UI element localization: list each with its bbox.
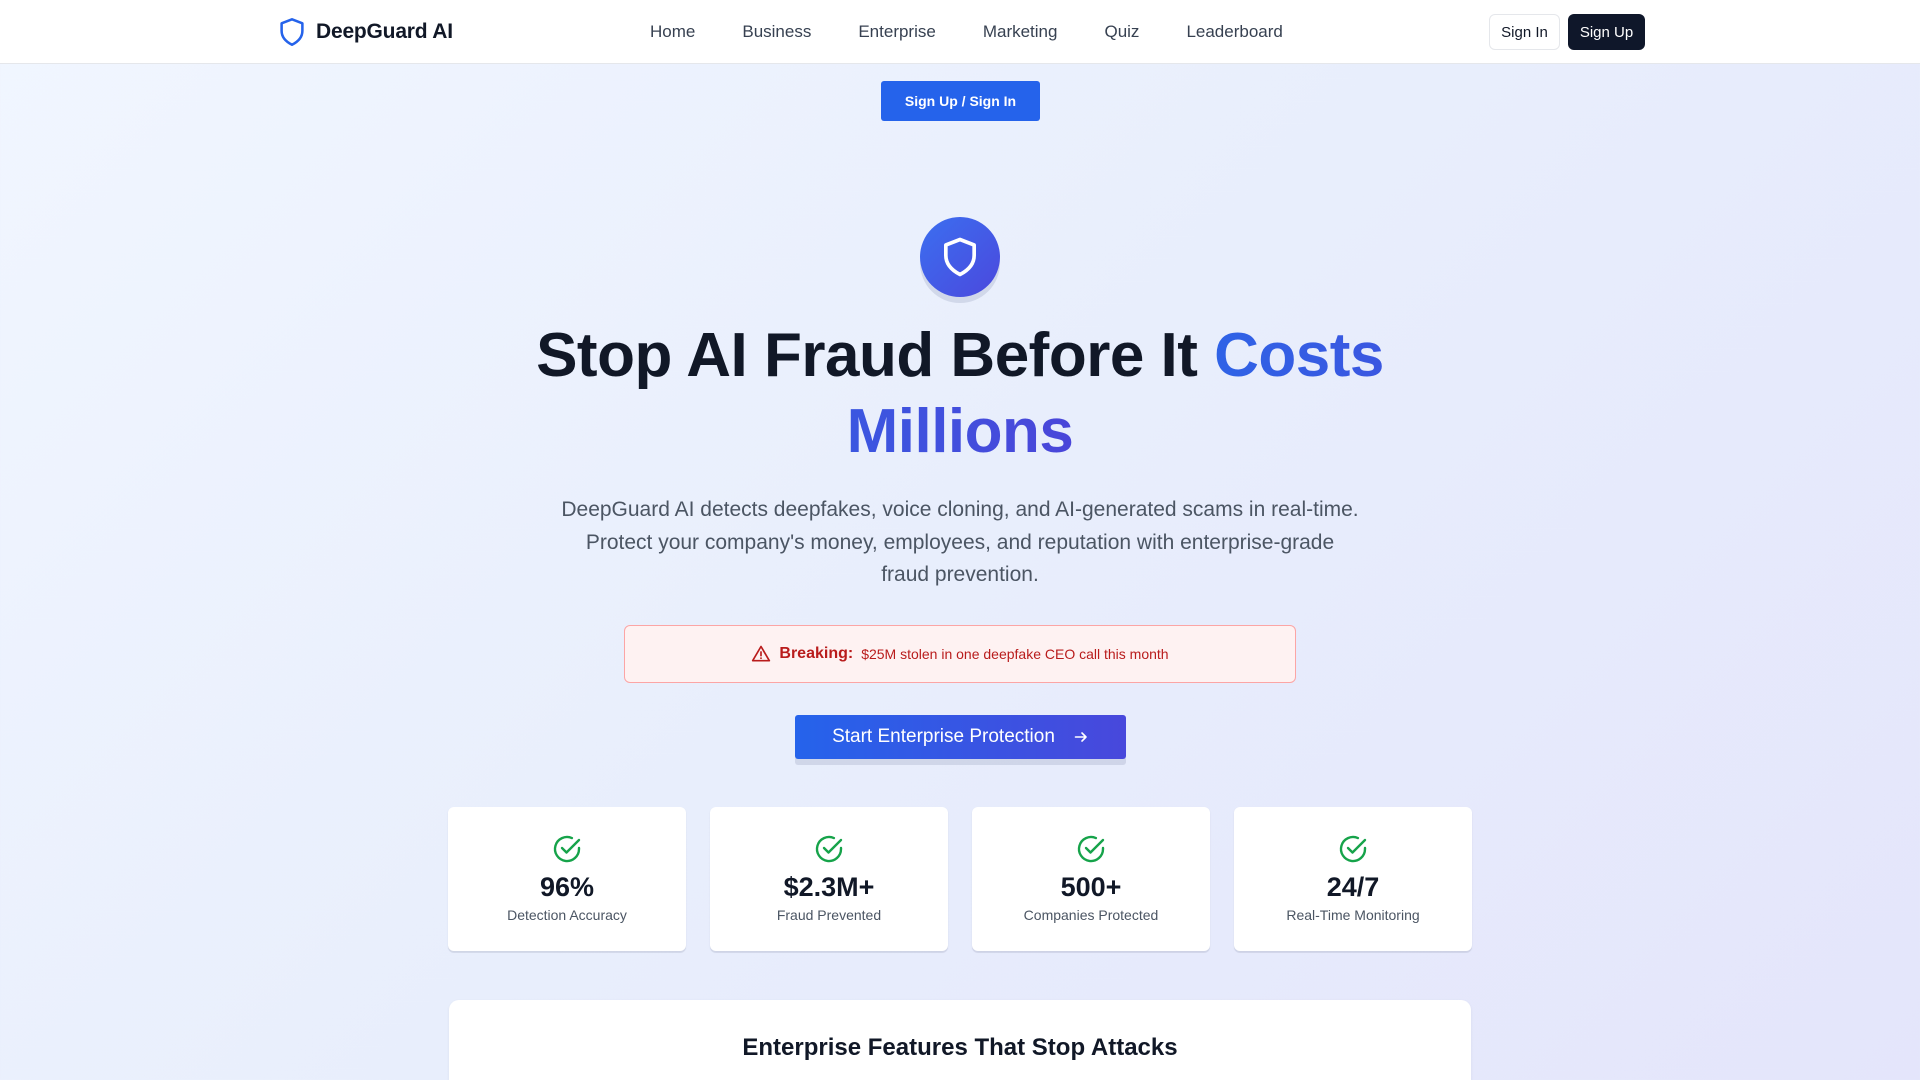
stats-row: 96% Detection Accuracy $2.3M+ Fraud Prev… (448, 807, 1472, 951)
check-circle-icon (815, 835, 843, 863)
arrow-right-icon (1074, 732, 1087, 742)
check-circle-icon (553, 835, 581, 863)
main-nav: Home Business Enterprise Marketing Quiz … (650, 0, 1283, 64)
stat-label: Real-Time Monitoring (1286, 907, 1420, 923)
stat-value: 96% (539, 872, 595, 902)
hero-subtitle: DeepGuard AI detects deepfakes, voice cl… (561, 498, 1359, 586)
nav-link-marketing[interactable]: Marketing (983, 22, 1058, 42)
stat-card: $2.3M+ Fraud Prevented (710, 807, 948, 951)
hero-shield-badge (920, 217, 1000, 297)
sign-up-sign-in-button[interactable]: Sign Up / Sign In (881, 81, 1040, 121)
sign-in-button[interactable]: Sign In (1489, 14, 1560, 50)
features-title: Enterprise Features That Stop Attacks (742, 1034, 1178, 1061)
stat-label: Detection Accuracy (507, 907, 627, 923)
brand-name: DeepGuard AI (316, 20, 453, 43)
warning-triangle-icon (752, 645, 771, 662)
stat-card: 96% Detection Accuracy (448, 807, 686, 951)
stat-label: Fraud Prevented (776, 907, 882, 923)
stat-card: 24/7 Real-Time Monitoring (1234, 807, 1472, 951)
stat-value: $2.3M+ (783, 872, 875, 902)
start-enterprise-protection-button[interactable]: Start Enterprise Protection (795, 715, 1126, 759)
stat-value: 500+ (1060, 872, 1122, 902)
features-section: Enterprise Features That Stop Attacks (449, 1000, 1471, 1080)
stat-value: 24/7 (1326, 872, 1380, 902)
shield-icon (944, 237, 976, 277)
hero-title: Stop AI Fraud Before It Costs Millions (460, 318, 1460, 470)
alert-message: $25M stolen in one deepfake CEO call thi… (861, 646, 1169, 662)
shield-icon (280, 18, 304, 46)
breaking-alert: Breaking: $25M stolen in one deepfake CE… (624, 625, 1296, 683)
check-circle-icon (1339, 835, 1367, 863)
hero-title-main: Stop AI Fraud Before It (536, 321, 1215, 390)
nav-link-business[interactable]: Business (742, 22, 811, 42)
nav-link-quiz[interactable]: Quiz (1104, 22, 1139, 42)
stat-card: 500+ Companies Protected (972, 807, 1210, 951)
check-circle-icon (1077, 835, 1105, 863)
stat-label: Companies Protected (1023, 907, 1159, 923)
alert-label: Breaking: (779, 645, 854, 662)
sign-up-button[interactable]: Sign Up (1568, 14, 1645, 50)
nav-link-leaderboard[interactable]: Leaderboard (1186, 22, 1282, 42)
nav-link-enterprise[interactable]: Enterprise (858, 22, 935, 42)
nav-link-home[interactable]: Home (650, 22, 695, 42)
cta-label: Start Enterprise Protection (832, 726, 1055, 747)
top-navbar: DeepGuard AI Home Business Enterprise Ma… (0, 0, 1920, 64)
brand-logo[interactable]: DeepGuard AI (278, 17, 453, 47)
